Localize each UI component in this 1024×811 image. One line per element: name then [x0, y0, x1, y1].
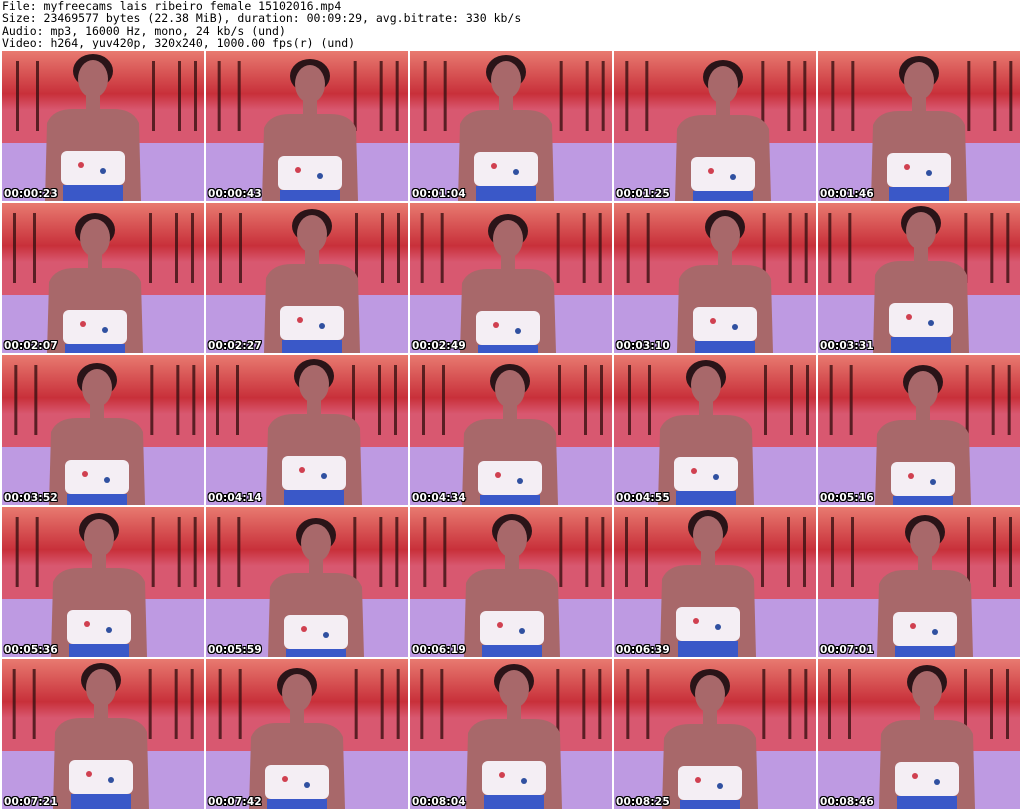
video-frame-thumbnail: 00:01:25 [614, 51, 816, 201]
video-frame-thumbnail: 00:04:55 [614, 355, 816, 505]
video-frame-thumbnail: 00:05:59 [206, 507, 408, 657]
frame-timestamp: 00:04:34 [412, 492, 466, 504]
frame-image [410, 659, 612, 809]
frame-timestamp: 00:03:52 [4, 492, 58, 504]
video-frame-thumbnail: 00:06:39 [614, 507, 816, 657]
video-frame-thumbnail: 00:04:34 [410, 355, 612, 505]
video-frame-thumbnail: 00:03:52 [2, 355, 204, 505]
video-frame-thumbnail: 00:02:07 [2, 203, 204, 353]
video-frame-thumbnail: 00:03:10 [614, 203, 816, 353]
file-name-line: File: myfreecams_lais_ribeiro_female_151… [2, 0, 342, 13]
frame-timestamp: 00:02:07 [4, 340, 58, 352]
frame-timestamp: 00:06:19 [412, 644, 466, 656]
audio-info-line: Audio: mp3, 16000 Hz, mono, 24 kb/s (und… [2, 24, 286, 37]
frame-image [614, 507, 816, 657]
video-frame-thumbnail: 00:02:49 [410, 203, 612, 353]
frame-timestamp: 00:03:10 [616, 340, 670, 352]
frame-timestamp: 00:08:04 [412, 796, 466, 808]
video-frame-thumbnail: 00:03:31 [818, 203, 1020, 353]
frame-image [818, 355, 1020, 505]
frame-timestamp: 00:01:25 [616, 188, 670, 200]
video-frame-thumbnail: 00:00:23 [2, 51, 204, 201]
frame-timestamp: 00:01:46 [820, 188, 874, 200]
frame-image [2, 203, 204, 353]
frame-image [2, 355, 204, 505]
frame-timestamp: 00:07:42 [208, 796, 262, 808]
frame-image [614, 51, 816, 201]
frame-timestamp: 00:07:01 [820, 644, 874, 656]
file-info-header: File: myfreecams_lais_ribeiro_female_151… [2, 0, 1022, 50]
frame-image [206, 51, 408, 201]
frame-image [410, 355, 612, 505]
frame-image [818, 507, 1020, 657]
frame-image [818, 659, 1020, 809]
frame-image [818, 51, 1020, 201]
video-info-line: Video: h264, yuv420p, 320x240, 1000.00 f… [2, 36, 356, 50]
frame-timestamp: 00:02:49 [412, 340, 466, 352]
frame-image [818, 203, 1020, 353]
frame-image [2, 507, 204, 657]
frame-timestamp: 00:08:46 [820, 796, 874, 808]
frame-image [410, 203, 612, 353]
frame-image [206, 507, 408, 657]
video-frame-thumbnail: 00:08:25 [614, 659, 816, 809]
frame-timestamp: 00:05:59 [208, 644, 262, 656]
video-frame-thumbnail: 00:07:21 [2, 659, 204, 809]
video-frame-thumbnail: 00:01:46 [818, 51, 1020, 201]
frame-image [2, 659, 204, 809]
video-frame-thumbnail: 00:08:04 [410, 659, 612, 809]
video-frame-thumbnail: 00:04:14 [206, 355, 408, 505]
frame-timestamp: 00:00:23 [4, 188, 58, 200]
frame-image [614, 355, 816, 505]
video-frame-thumbnail: 00:01:04 [410, 51, 612, 201]
video-frame-thumbnail: 00:06:19 [410, 507, 612, 657]
frame-image [206, 659, 408, 809]
frame-timestamp: 00:05:16 [820, 492, 874, 504]
video-frame-thumbnail: 00:00:43 [206, 51, 408, 201]
frame-timestamp: 00:01:04 [412, 188, 466, 200]
frame-timestamp: 00:02:27 [208, 340, 262, 352]
frame-image [614, 203, 816, 353]
file-size-line: Size: 23469577 bytes (22.38 MiB), durati… [2, 12, 522, 25]
frame-timestamp: 00:07:21 [4, 796, 58, 808]
frame-image [2, 51, 204, 201]
frame-image [206, 355, 408, 505]
frame-timestamp: 00:04:55 [616, 492, 670, 504]
frame-timestamp: 00:06:39 [616, 644, 670, 656]
frame-image [410, 51, 612, 201]
frame-timestamp: 00:05:36 [4, 644, 58, 656]
frame-timestamp: 00:00:43 [208, 188, 262, 200]
video-frame-thumbnail: 00:08:46 [818, 659, 1020, 809]
video-frame-thumbnail: 00:05:16 [818, 355, 1020, 505]
frame-timestamp: 00:03:31 [820, 340, 874, 352]
video-frame-thumbnail: 00:07:42 [206, 659, 408, 809]
video-frame-thumbnail: 00:07:01 [818, 507, 1020, 657]
frame-image [410, 507, 612, 657]
frame-timestamp: 00:04:14 [208, 492, 262, 504]
video-frame-thumbnail: 00:02:27 [206, 203, 408, 353]
frame-image [206, 203, 408, 353]
video-frame-thumbnail: 00:05:36 [2, 507, 204, 657]
thumbnail-grid: 00:00:23 00:00:43 00:01:04 00:01:25 00:01:46… [2, 51, 1022, 811]
frame-timestamp: 00:08:25 [616, 796, 670, 808]
frame-image [614, 659, 816, 809]
